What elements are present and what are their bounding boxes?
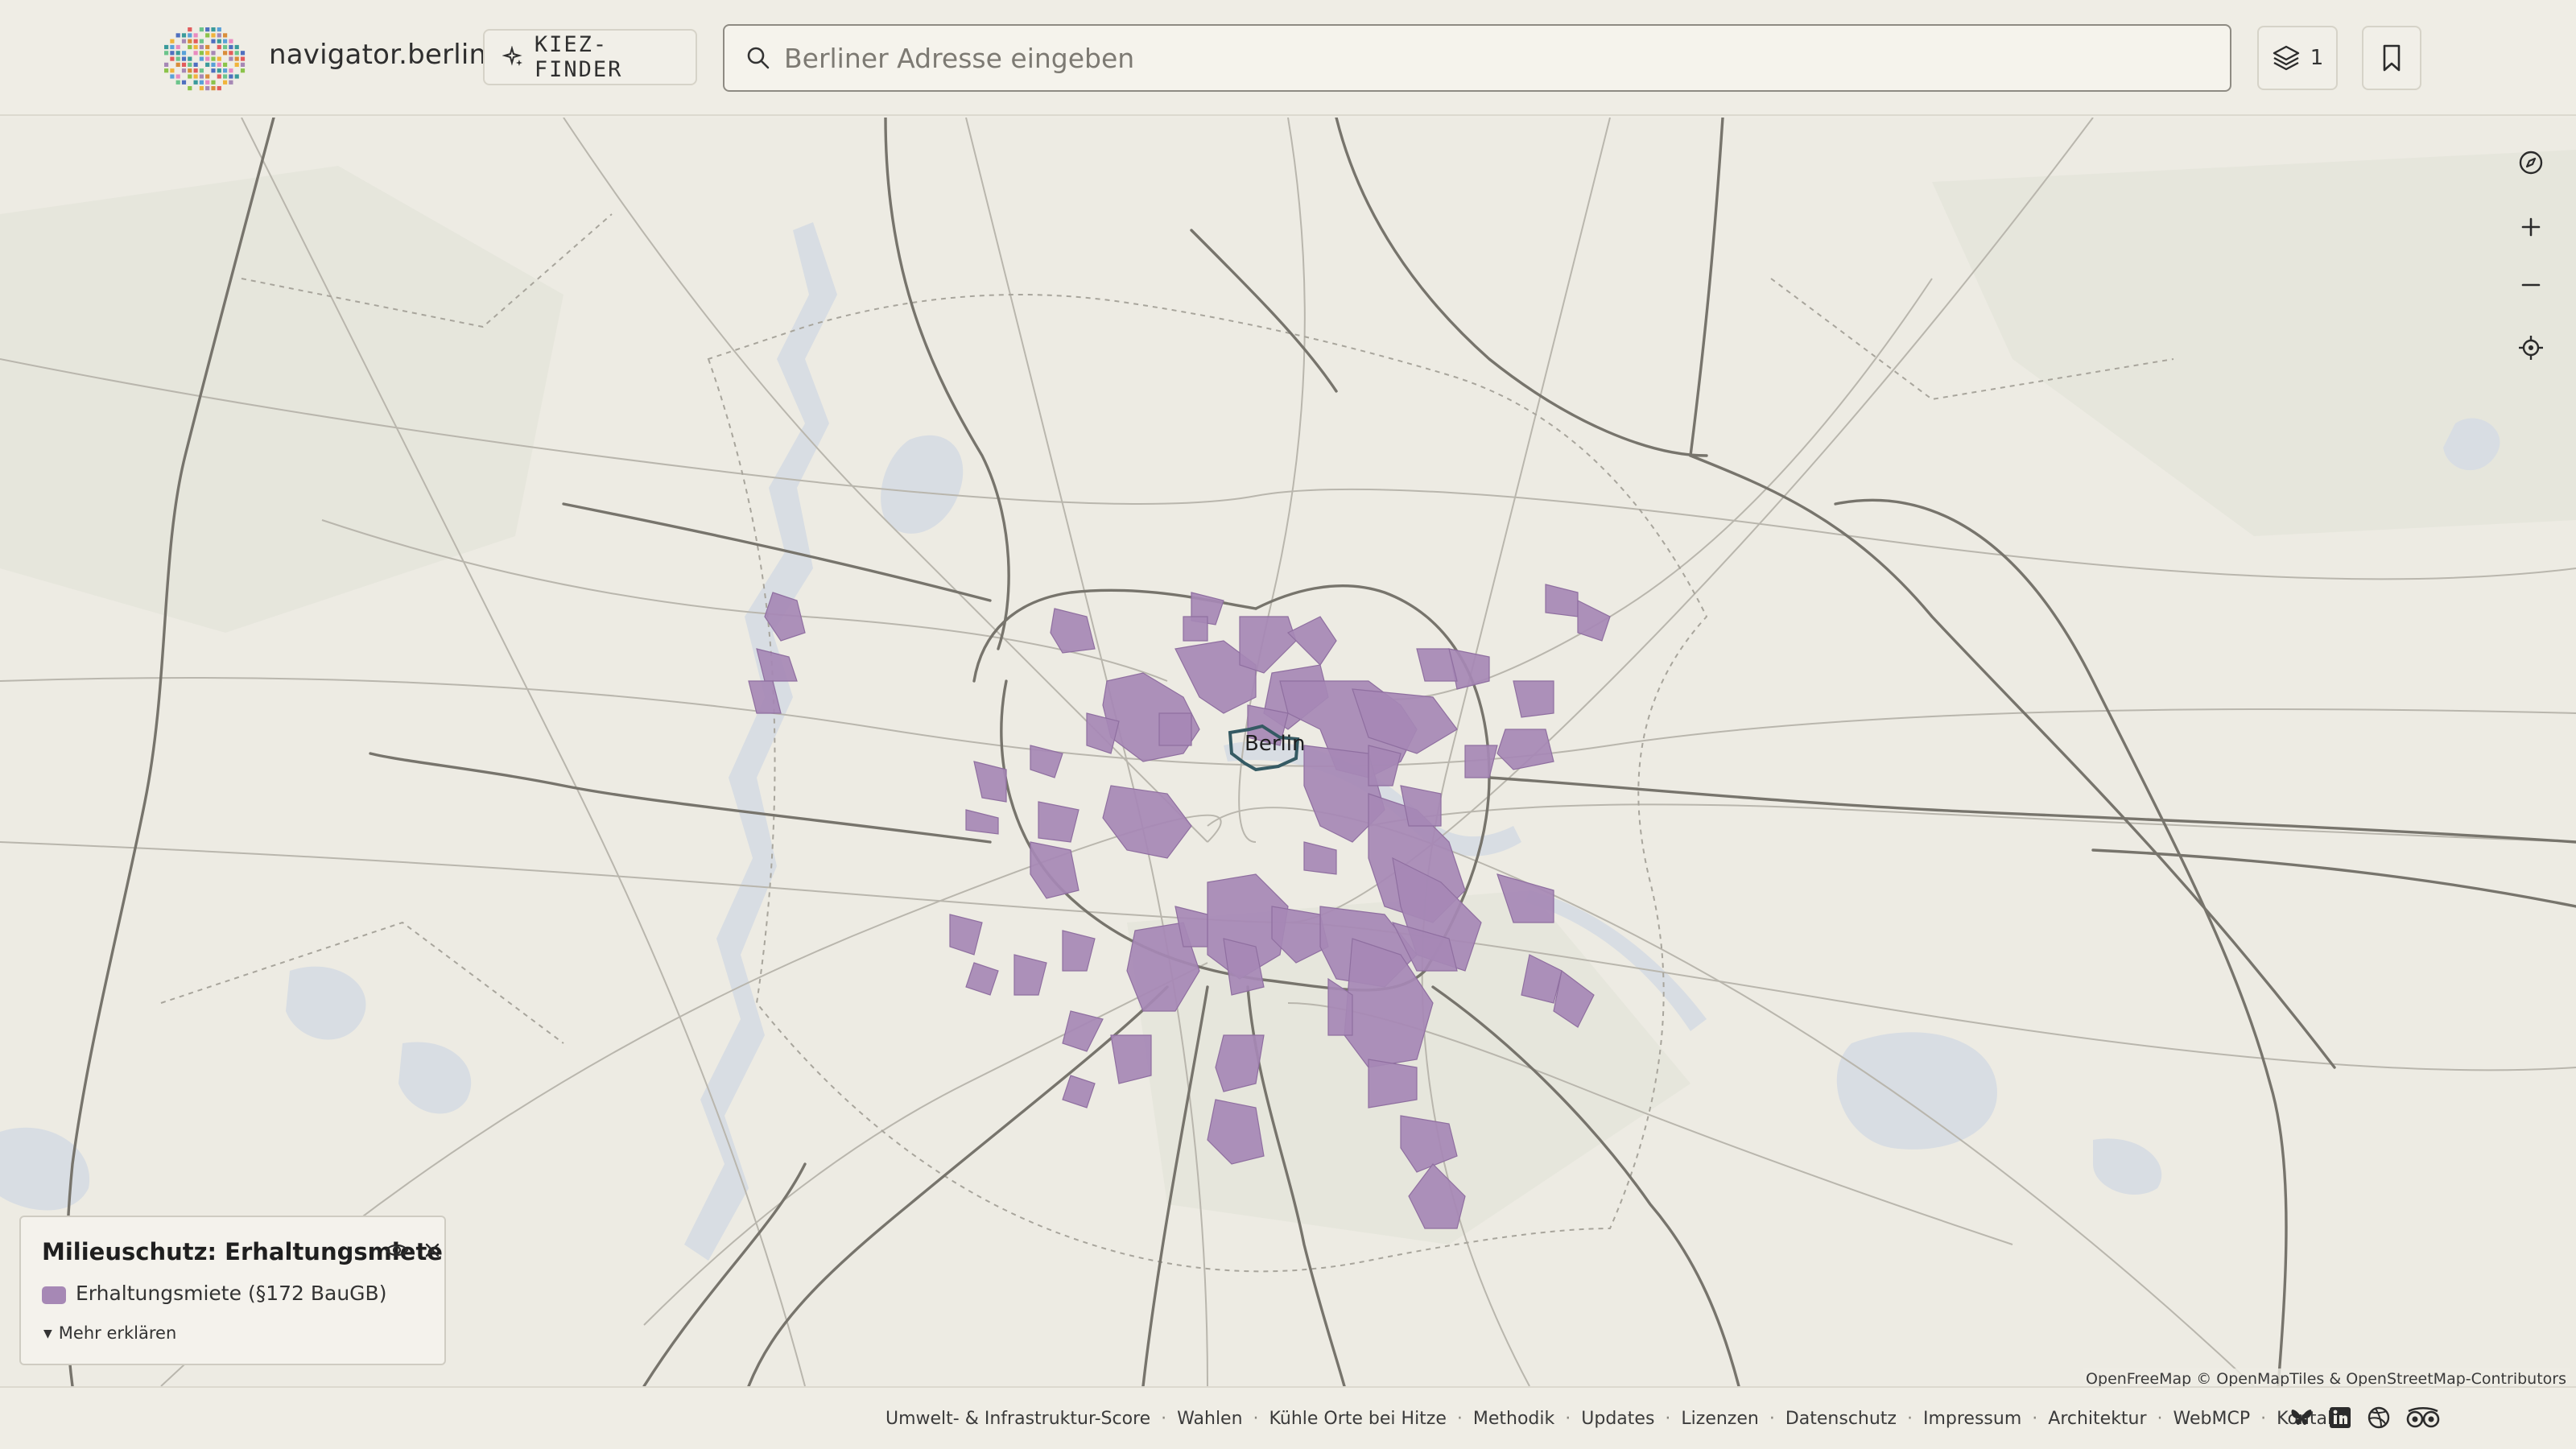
top-bar: navigator.berlin KIEZ-FINDER 1 — [0, 0, 2576, 116]
layers-button[interactable]: 1 — [2257, 26, 2338, 90]
compass-button[interactable] — [2508, 140, 2553, 185]
milieuschutz-area[interactable] — [1408, 1163, 1466, 1229]
footer-separator: · — [2032, 1409, 2038, 1429]
milieuschutz-area[interactable] — [1102, 785, 1192, 859]
milieuschutz-area[interactable] — [1496, 873, 1554, 923]
milieuschutz-area[interactable] — [1464, 745, 1498, 778]
footer-link[interactable]: Updates — [1581, 1409, 1654, 1429]
milieuschutz-area[interactable] — [1577, 600, 1611, 642]
footer-link[interactable]: Datenschutz — [1785, 1409, 1897, 1429]
milieuschutz-area[interactable] — [1400, 1115, 1458, 1173]
search-icon — [733, 24, 784, 92]
footer-link[interactable]: Lizenzen — [1681, 1409, 1758, 1429]
locate-button[interactable] — [2508, 325, 2553, 370]
more-explain-toggle[interactable]: ▼ Mehr erklären — [43, 1323, 176, 1343]
milieuschutz-area[interactable] — [1207, 1099, 1265, 1165]
milieuschutz-area[interactable] — [1110, 1034, 1152, 1084]
milieuschutz-area[interactable] — [1030, 841, 1080, 899]
milieuschutz-area[interactable] — [756, 648, 798, 682]
milieuschutz-area[interactable] — [1013, 954, 1047, 996]
search-input[interactable] — [784, 42, 2201, 74]
milieuschutz-area[interactable] — [1215, 1034, 1265, 1092]
footer-separator: · — [1769, 1409, 1775, 1429]
eye-icon[interactable] — [385, 1238, 409, 1265]
milieuschutz-area[interactable] — [1513, 680, 1554, 718]
milieuschutz-area[interactable] — [965, 962, 999, 996]
milieuschutz-area[interactable] — [764, 592, 806, 642]
milieuschutz-area[interactable] — [1239, 616, 1297, 674]
footer-separator: · — [1456, 1409, 1463, 1429]
milieuschutz-area[interactable] — [1368, 1059, 1418, 1108]
map-canvas[interactable]: Berlin Milieuschutz: Erhaltungsmiete Erh… — [0, 118, 2576, 1386]
milieuschutz-area[interactable] — [1183, 616, 1208, 642]
legend-item-label: Erhaltungsmiete (§172 BauGB) — [76, 1282, 387, 1305]
brand-name[interactable]: navigator.berlin — [269, 39, 486, 71]
active-layers-count: 1 — [2310, 46, 2324, 70]
berlin-logo-icon[interactable] — [161, 24, 250, 93]
footer-link[interactable]: Wahlen — [1177, 1409, 1242, 1429]
map-attribution[interactable]: OpenFreeMap © OpenMapTiles & OpenStreetM… — [2083, 1368, 2570, 1386]
milieuschutz-area[interactable] — [1050, 608, 1096, 654]
legend-swatch — [42, 1286, 66, 1304]
sparkle-icon — [502, 46, 522, 66]
bluesky-icon[interactable] — [2289, 1406, 2314, 1430]
milieuschutz-area[interactable] — [1062, 930, 1096, 972]
layers-icon — [2273, 45, 2299, 71]
milieuschutz-layer[interactable]: Berlin — [0, 118, 2576, 1386]
footer-link[interactable]: WebMCP — [2174, 1409, 2251, 1429]
milieuschutz-area[interactable] — [1303, 841, 1337, 875]
milieuschutz-area[interactable] — [748, 680, 782, 714]
zoom-in-button[interactable] — [2508, 204, 2553, 250]
locate-icon — [2519, 336, 2543, 360]
milieuschutz-area[interactable] — [965, 809, 999, 835]
bookmark-button[interactable] — [2362, 26, 2421, 90]
milieuschutz-area[interactable] — [1062, 1010, 1104, 1052]
footer-separator: · — [1665, 1409, 1671, 1429]
milieuschutz-area[interactable] — [1062, 1075, 1096, 1108]
milieuschutz-area[interactable] — [1521, 954, 1563, 1004]
footer-separator: · — [1161, 1409, 1167, 1429]
milieuschutz-area[interactable] — [949, 914, 983, 956]
zoom-out-icon — [2521, 283, 2541, 287]
footer-separator: · — [1906, 1409, 1913, 1429]
address-search[interactable] — [723, 24, 2231, 92]
legend-title: Milieuschutz: Erhaltungsmiete — [42, 1238, 443, 1265]
footer-separator: · — [1565, 1409, 1571, 1429]
city-label: Berlin — [1245, 732, 1305, 756]
footer-link[interactable]: Architektur — [2048, 1409, 2146, 1429]
compass-icon — [2519, 151, 2543, 175]
dribbble-icon[interactable] — [2367, 1406, 2391, 1430]
linkedin-icon[interactable] — [2328, 1406, 2352, 1430]
milieuschutz-area[interactable] — [973, 761, 1007, 803]
triangle-down-icon: ▼ — [43, 1327, 52, 1340]
tripadvisor-icon[interactable] — [2405, 1406, 2441, 1430]
footer: Umwelt- & Infrastruktur-Score · Wahlen · Küh… — [0, 1386, 2576, 1449]
footer-link[interactable]: Impressum — [1923, 1409, 2021, 1429]
zoom-out-button[interactable] — [2508, 262, 2553, 308]
footer-separator: · — [1253, 1409, 1259, 1429]
footer-link[interactable]: Umwelt- & Infrastruktur-Score — [886, 1409, 1150, 1429]
milieuschutz-area[interactable] — [1553, 969, 1595, 1028]
milieuschutz-area[interactable] — [1030, 745, 1063, 778]
kiez-finder-label: KIEZ-FINDER — [534, 32, 623, 82]
milieuschutz-area[interactable] — [1038, 801, 1080, 843]
milieuschutz-area[interactable] — [1448, 648, 1490, 690]
kiez-finder-button[interactable]: KIEZ-FINDER — [483, 29, 697, 85]
footer-link[interactable]: Kühle Orte bei Hitze — [1269, 1409, 1447, 1429]
social-links — [2289, 1406, 2441, 1430]
footer-links: Umwelt- & Infrastruktur-Score · Wahlen · Küh… — [886, 1409, 2344, 1429]
milieuschutz-area[interactable] — [1545, 584, 1579, 617]
milieuschutz-area[interactable] — [1158, 712, 1192, 746]
footer-link[interactable]: Methodik — [1473, 1409, 1554, 1429]
more-explain-label: Mehr erklären — [58, 1323, 177, 1343]
zoom-in-icon — [2521, 217, 2541, 237]
legend-panel: Milieuschutz: Erhaltungsmiete Erhaltungs… — [19, 1216, 446, 1365]
footer-separator: · — [2157, 1409, 2163, 1429]
close-icon[interactable] — [420, 1238, 444, 1265]
bookmark-icon — [2383, 44, 2401, 72]
milieuschutz-area[interactable] — [1496, 729, 1554, 770]
footer-separator: · — [2260, 1409, 2267, 1429]
